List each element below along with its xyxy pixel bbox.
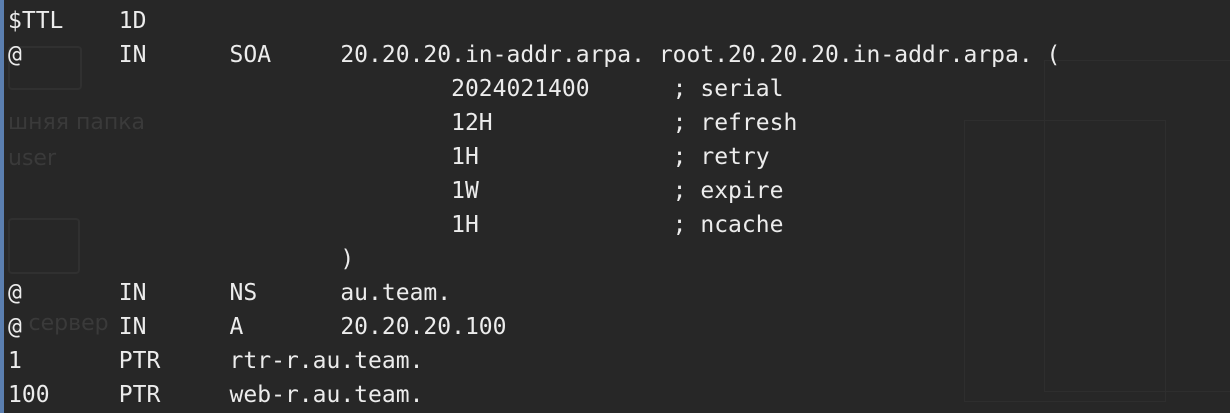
code-line-retry[interactable]: 1H ; retry xyxy=(8,140,1060,174)
code-line-ptr-record-1[interactable]: 1 PTR rtr-r.au.team. xyxy=(8,344,1060,378)
code-line-soa-close[interactable]: ) xyxy=(8,242,1060,276)
code-line-soa[interactable]: @ IN SOA 20.20.20.in-addr.arpa. root.20.… xyxy=(8,38,1060,72)
code-line-serial[interactable]: 2024021400 ; serial xyxy=(8,72,1060,106)
background-panel-shape xyxy=(1044,60,1230,392)
code-line-ptr-record-100[interactable]: 100 PTR web-r.au.team. xyxy=(8,378,1060,412)
terminal-window[interactable]: шняя папка user е сервер $TTL 1D @ IN SOA… xyxy=(0,0,1230,413)
code-line-refresh[interactable]: 12H ; refresh xyxy=(8,106,1060,140)
code-line-ncache[interactable]: 1H ; ncache xyxy=(8,208,1060,242)
code-line-a-record[interactable]: @ IN A 20.20.20.100 xyxy=(8,310,1060,344)
code-line-ttl[interactable]: $TTL 1D xyxy=(8,4,1060,38)
code-line-ns-record[interactable]: @ IN NS au.team. xyxy=(8,276,1060,310)
code-line-expire[interactable]: 1W ; expire xyxy=(8,174,1060,208)
zone-file-content[interactable]: $TTL 1D @ IN SOA 20.20.20.in-addr.arpa. r… xyxy=(8,4,1060,412)
